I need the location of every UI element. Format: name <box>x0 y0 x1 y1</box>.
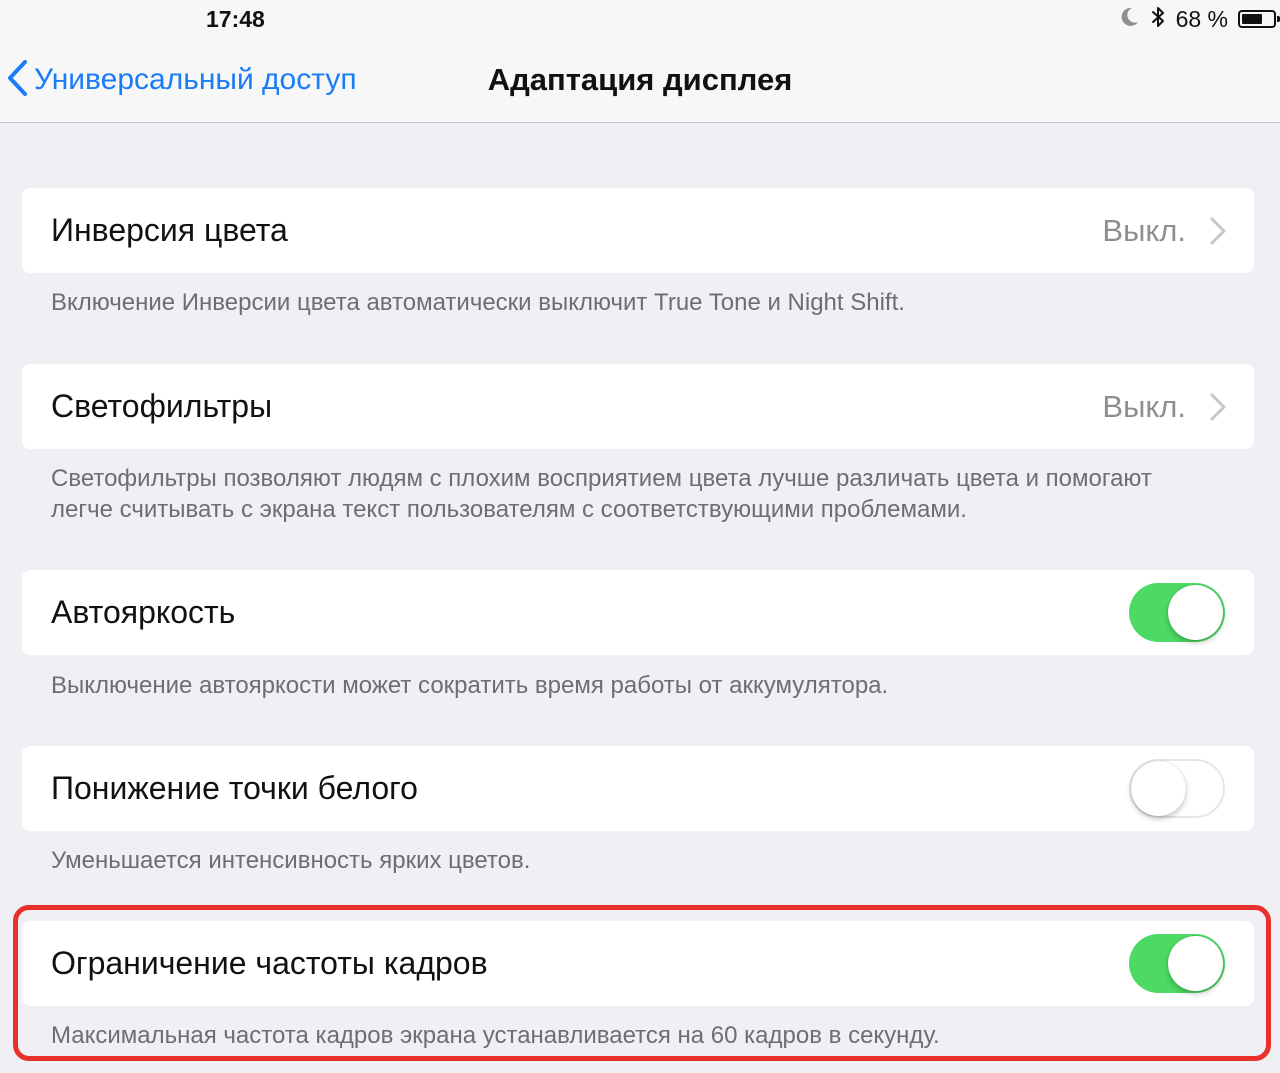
color-filters-row[interactable]: Светофильтры Выкл. <box>22 364 1254 449</box>
color-filters-footer-line: легче считывать с экрана текст пользоват… <box>51 496 967 523</box>
limit-frame-rate-row: Ограничение частоты кадров <box>22 921 1254 1006</box>
bluetooth-icon <box>1150 5 1166 34</box>
color-filters-label: Светофильтры <box>51 388 273 424</box>
chevron-right-icon <box>1208 216 1228 246</box>
auto-brightness-row: Автояркость <box>22 570 1254 655</box>
toggle-knob <box>1168 585 1223 640</box>
status-time: 17:48 <box>206 6 265 32</box>
auto-brightness-toggle[interactable] <box>1129 583 1225 642</box>
limit-frame-rate-label: Ограничение частоты кадров <box>51 945 488 981</box>
limit-frame-rate-toggle[interactable] <box>1129 934 1225 993</box>
color-filters-footer: Светофильтры позволяют людям с плохим во… <box>51 463 1251 525</box>
color-inversion-row[interactable]: Инверсия цвета Выкл. <box>22 188 1254 273</box>
battery-fill <box>1242 14 1262 24</box>
color-inversion-footer: Включение Инверсии цвета автоматически в… <box>51 289 905 316</box>
color-inversion-value: Выкл. <box>1102 213 1186 248</box>
toggle-knob <box>1168 936 1223 991</box>
battery-icon <box>1238 10 1280 28</box>
navigation-bar: Универсальный доступ Адаптация дисплея <box>0 38 1280 123</box>
reduce-white-point-label: Понижение точки белого <box>51 770 418 806</box>
color-filters-value: Выкл. <box>1102 389 1186 424</box>
reduce-white-point-footer: Уменьшается интенсивность ярких цветов. <box>51 847 531 874</box>
color-filters-footer-line: Светофильтры позволяют людям с плохим во… <box>51 465 1152 492</box>
status-bar: 17:48 68 % <box>0 0 1280 38</box>
chevron-right-icon <box>1208 392 1228 422</box>
auto-brightness-label: Автояркость <box>51 594 236 630</box>
reduce-white-point-row: Понижение точки белого <box>22 746 1254 831</box>
auto-brightness-footer: Выключение автояркости может сократить в… <box>51 672 889 699</box>
status-indicators: 68 % <box>1120 5 1280 34</box>
moon-icon <box>1120 6 1140 33</box>
color-inversion-label: Инверсия цвета <box>51 212 288 248</box>
reduce-white-point-toggle[interactable] <box>1129 759 1225 818</box>
battery-percentage: 68 % <box>1175 5 1228 32</box>
toggle-knob <box>1131 761 1186 816</box>
limit-frame-rate-footer: Максимальная частота кадров экрана устан… <box>51 1022 940 1049</box>
page-title: Адаптация дисплея <box>487 62 793 97</box>
